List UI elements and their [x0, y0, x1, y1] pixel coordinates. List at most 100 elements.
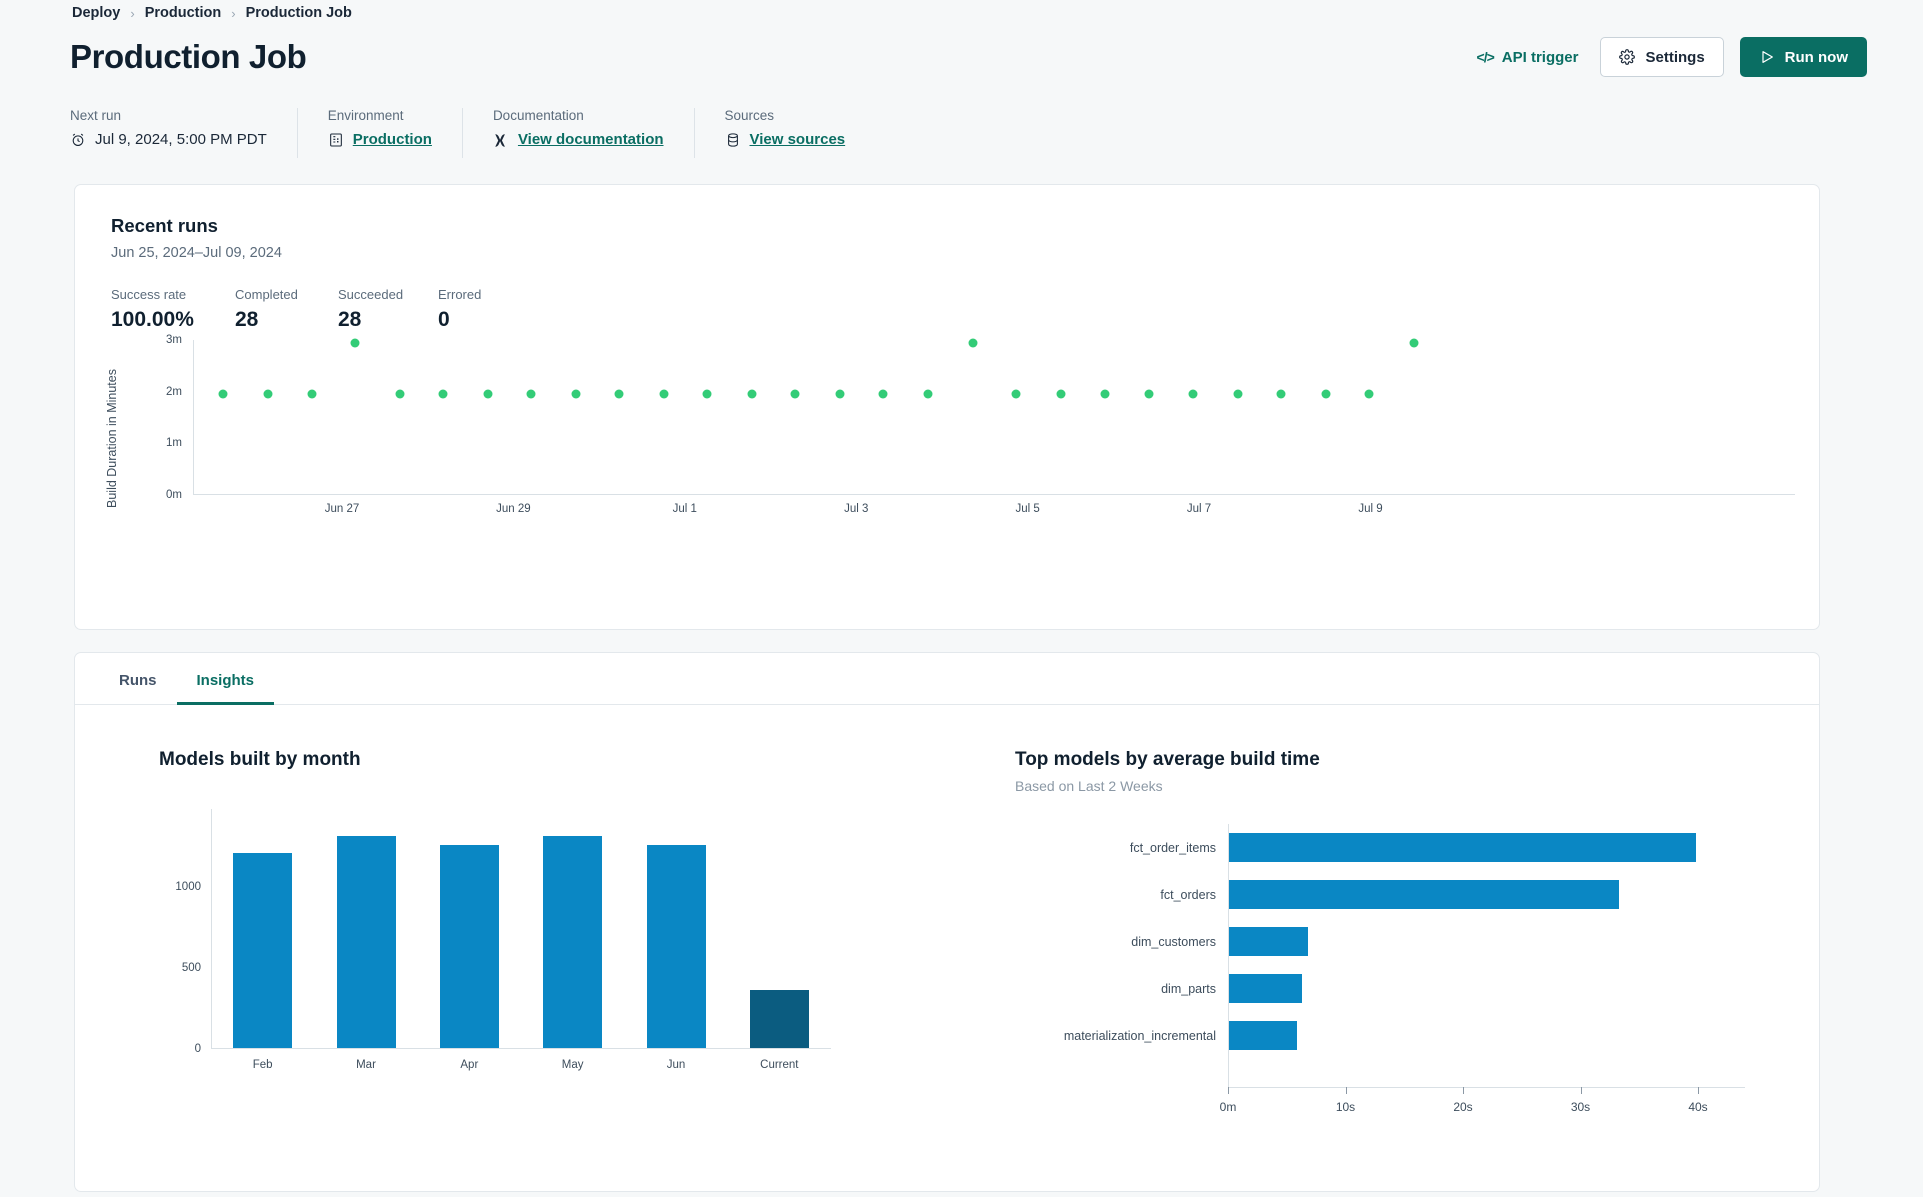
stat-label: Completed [235, 287, 298, 302]
scatter-point[interactable] [395, 389, 405, 399]
scatter-point[interactable] [1011, 389, 1021, 399]
stat-errored: Errored 0 [438, 287, 538, 332]
scatter-y-axis-line [193, 340, 194, 495]
scatter-point[interactable] [1100, 389, 1110, 399]
meta-sources: Sources View sources [693, 108, 876, 158]
hbar[interactable] [1228, 927, 1308, 956]
stat-success-rate: Success rate 100.00% [111, 287, 235, 332]
vbar-x-tick: Current [760, 1059, 799, 1071]
scatter-point[interactable] [438, 389, 448, 399]
tab-insights[interactable]: Insights [176, 672, 275, 705]
breadcrumb-item-production[interactable]: Production [145, 5, 222, 21]
scatter-x-tick: Jul 9 [1358, 503, 1383, 515]
scatter-point[interactable] [968, 338, 978, 348]
vbar-x-tick: May [561, 1059, 584, 1071]
vbar-x-tick: Mar [356, 1059, 376, 1071]
meta-label: Sources [724, 108, 775, 123]
scatter-point[interactable] [614, 389, 624, 399]
page-title: Production Job [70, 38, 307, 75]
hbar-track [1228, 965, 1745, 1012]
run-now-button[interactable]: Run now [1739, 37, 1867, 77]
tab-bar: Runs Insights [75, 653, 1819, 705]
server-icon [328, 132, 344, 148]
hbar-track [1228, 871, 1745, 918]
scatter-plot-area: Jun 27 Jun 29 Jul 1 Jul 3 Jul 5 Jul 7 Jul 9 [193, 338, 1795, 515]
scatter-point[interactable] [350, 338, 360, 348]
stat-value: 28 [235, 308, 259, 331]
header-actions: </> API trigger Settings Run now [1471, 37, 1867, 77]
settings-label: Settings [1645, 48, 1705, 66]
scatter-point[interactable] [307, 389, 317, 399]
hbar-label: dim_customers [1131, 934, 1216, 949]
scatter-point[interactable] [1144, 389, 1154, 399]
scatter-point[interactable] [878, 389, 888, 399]
api-trigger-button[interactable]: </> API trigger [1471, 45, 1585, 70]
vbar[interactable] [233, 852, 293, 1048]
hbar-x-tick: 0m [1219, 1100, 1237, 1114]
environment-link[interactable]: Production [353, 131, 432, 148]
meta-value-wrap: View documentation [493, 131, 664, 148]
settings-button[interactable]: Settings [1600, 37, 1724, 77]
hbar[interactable] [1228, 833, 1696, 862]
hbar[interactable] [1228, 1021, 1298, 1050]
production-job-page: Deploy › Production › Production Job Pro… [0, 0, 1923, 1197]
hbar-tick-mark [1345, 1087, 1347, 1094]
scatter-x-tick: Jul 3 [844, 503, 869, 515]
vbar-x-axis-line [211, 1048, 831, 1049]
hbar-tick-mark [1463, 1087, 1464, 1094]
scatter-point[interactable] [790, 389, 800, 399]
scatter-point[interactable] [1321, 389, 1331, 399]
scatter-x-tick: Jul 5 [1015, 503, 1040, 515]
scatter-point[interactable] [1233, 389, 1242, 399]
top-models-subtitle: Based on Last 2 Weeks [1015, 778, 1163, 794]
recent-runs-date-range: Jun 25, 2024–Jul 09, 2024 [111, 245, 282, 261]
scatter-point[interactable] [1276, 389, 1286, 399]
hbar[interactable] [1228, 974, 1303, 1003]
hbar-x-tick: 10s [1335, 1100, 1356, 1114]
meta-value-wrap: Jul 9, 2024, 5:00 PM PDT [70, 131, 267, 148]
vbar[interactable] [439, 844, 499, 1048]
vbar-y-axis-line [211, 809, 212, 1049]
hbar[interactable] [1228, 880, 1620, 909]
database-icon [725, 132, 741, 148]
scatter-point[interactable] [923, 389, 933, 399]
scatter-point[interactable] [263, 389, 273, 399]
hbar-tick-mark [1698, 1087, 1699, 1094]
api-trigger-label: API trigger [1501, 48, 1579, 66]
scatter-point[interactable] [1364, 389, 1374, 399]
scatter-point[interactable] [483, 389, 493, 399]
scatter-point[interactable] [659, 389, 669, 399]
hbar-x-tick: 20s [1453, 1100, 1473, 1114]
view-documentation-link[interactable]: View documentation [518, 131, 664, 148]
hbar-y-axis-line [1228, 824, 1229, 1087]
vbar[interactable] [336, 835, 396, 1048]
vbar[interactable] [749, 989, 809, 1048]
meta-documentation: Documentation View documentation [461, 108, 694, 158]
scatter-point[interactable] [702, 389, 712, 399]
vbar[interactable] [543, 836, 603, 1048]
scatter-point[interactable] [1188, 389, 1198, 399]
scatter-x-tick: Jun 29 [496, 503, 531, 515]
meta-value-wrap: Production [328, 131, 432, 148]
view-sources-link[interactable]: View sources [750, 131, 846, 148]
vbar[interactable] [646, 845, 706, 1048]
breadcrumb-item-deploy[interactable]: Deploy [72, 5, 120, 21]
tab-runs[interactable]: Runs [99, 672, 177, 705]
stat-succeeded: Succeeded 28 [338, 287, 438, 332]
scatter-point[interactable] [835, 389, 845, 399]
scatter-point[interactable] [218, 389, 228, 399]
breadcrumb-item-production-job[interactable]: Production Job [246, 5, 352, 21]
scatter-point[interactable] [526, 389, 536, 399]
scatter-point[interactable] [747, 389, 757, 399]
scatter-x-tick: Jun 27 [324, 503, 360, 515]
recent-runs-stats: Success rate 100.00% Completed 28 Succee… [111, 287, 538, 332]
gear-icon [1619, 49, 1636, 65]
scatter-point[interactable] [571, 389, 581, 399]
scatter-y-axis-ticks: 0m 1m 2m 3m [127, 334, 182, 501]
stat-label: Errored [438, 287, 482, 302]
scatter-point[interactable] [1056, 389, 1066, 399]
scatter-x-axis-line [193, 494, 1795, 495]
hbar-x-axis-line [1228, 1087, 1745, 1088]
hbar-tick-mark [1228, 1087, 1229, 1094]
scatter-point[interactable] [1409, 338, 1419, 348]
